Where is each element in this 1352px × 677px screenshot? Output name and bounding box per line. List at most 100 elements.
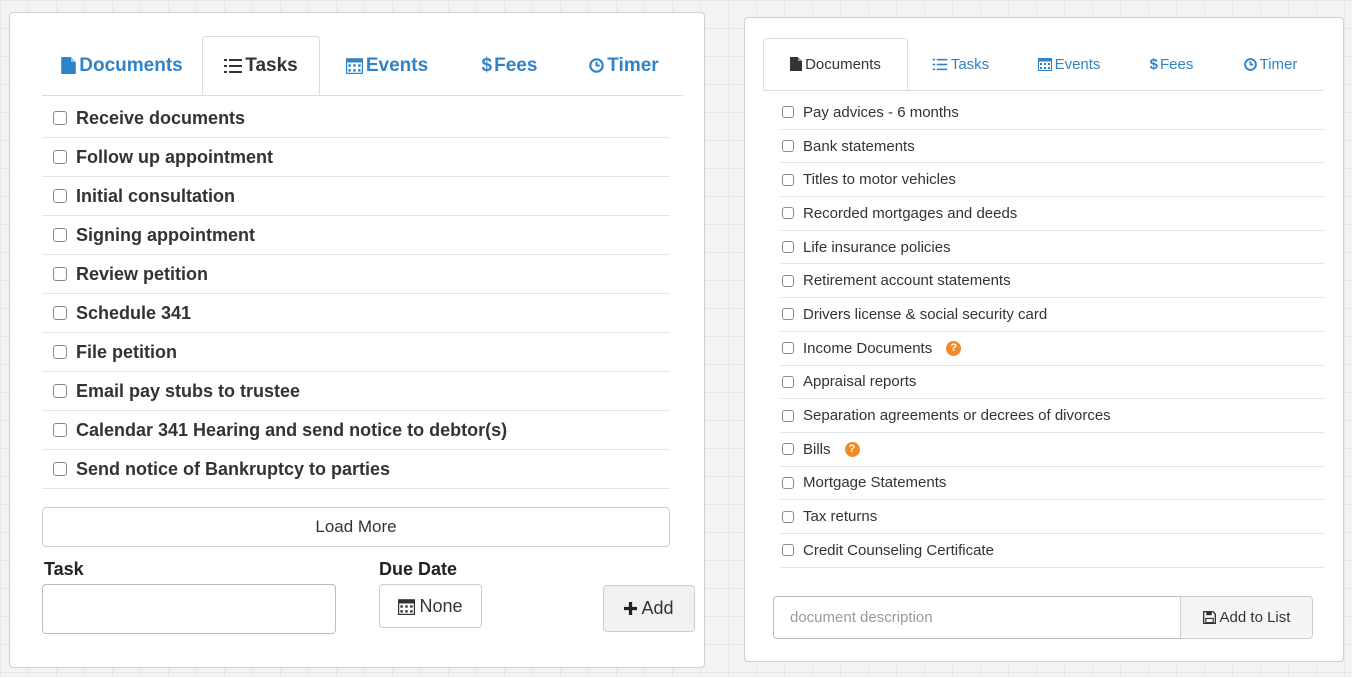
tab-documents[interactable]: Documents bbox=[42, 36, 202, 95]
floppy-disk-icon bbox=[1202, 611, 1216, 624]
task-label: Follow up appointment bbox=[76, 146, 273, 167]
document-item[interactable]: Bills? bbox=[780, 433, 1325, 467]
task-field-label: Task bbox=[44, 559, 84, 579]
document-checkbox[interactable] bbox=[782, 173, 794, 186]
task-item[interactable]: Send notice of Bankruptcy to parties bbox=[42, 450, 670, 489]
task-item[interactable]: File petition bbox=[42, 333, 670, 372]
document-checkbox[interactable] bbox=[782, 106, 794, 119]
document-checkbox[interactable] bbox=[782, 241, 794, 254]
task-input[interactable] bbox=[42, 584, 336, 634]
task-checkbox[interactable] bbox=[53, 423, 67, 437]
document-item[interactable]: Appraisal reports bbox=[780, 366, 1325, 400]
tab-timer[interactable]: Timer bbox=[1218, 38, 1323, 90]
document-checkbox[interactable] bbox=[782, 409, 794, 422]
tab-label: Events bbox=[365, 54, 429, 76]
document-label: Separation agreements or decrees of divo… bbox=[803, 407, 1111, 425]
tab-documents[interactable]: Documents bbox=[763, 38, 908, 90]
add-task-button[interactable]: Add bbox=[603, 585, 695, 632]
document-label: Recorded mortgages and deeds bbox=[803, 204, 1018, 222]
task-item[interactable]: Initial consultation bbox=[42, 177, 670, 216]
document-checkbox[interactable] bbox=[782, 375, 794, 388]
document-description-input[interactable] bbox=[773, 596, 1181, 639]
task-label: Calendar 341 Hearing and send notice to … bbox=[76, 419, 508, 440]
tab-timer[interactable]: Timer bbox=[565, 36, 683, 95]
dollar-icon: $ bbox=[1149, 55, 1158, 73]
document-item[interactable]: Income Documents? bbox=[780, 332, 1325, 366]
document-item[interactable]: Recorded mortgages and deeds bbox=[780, 197, 1325, 231]
clock-icon bbox=[589, 58, 605, 73]
task-item[interactable]: Signing appointment bbox=[42, 216, 670, 255]
document-item[interactable]: Separation agreements or decrees of divo… bbox=[780, 399, 1325, 433]
task-checkbox[interactable] bbox=[53, 384, 67, 398]
tab-events[interactable]: Events bbox=[1013, 38, 1125, 90]
task-label: Send notice of Bankruptcy to parties bbox=[76, 458, 391, 479]
due-date-value: None bbox=[419, 595, 463, 616]
document-item[interactable]: Drivers license & social security card bbox=[780, 298, 1325, 332]
task-item[interactable]: Follow up appointment bbox=[42, 138, 670, 177]
document-label: Appraisal reports bbox=[803, 373, 917, 391]
document-label: Bank statements bbox=[803, 137, 915, 155]
task-label: Email pay stubs to trustee bbox=[76, 380, 301, 401]
document-item[interactable]: Pay advices - 6 months bbox=[780, 96, 1325, 130]
task-item[interactable]: Receive documents bbox=[42, 99, 670, 138]
task-item[interactable]: Email pay stubs to trustee bbox=[42, 372, 670, 411]
document-checkbox[interactable] bbox=[782, 140, 794, 153]
task-item[interactable]: Review petition bbox=[42, 255, 670, 294]
document-checkbox[interactable] bbox=[782, 342, 794, 355]
task-label: File petition bbox=[76, 341, 177, 362]
tab-tasks[interactable]: Tasks bbox=[202, 36, 320, 95]
task-checkbox[interactable] bbox=[53, 345, 67, 359]
due-date-label: Due Date bbox=[379, 559, 458, 579]
add-to-list-label: Add to List bbox=[1219, 609, 1291, 626]
document-label: Bills bbox=[803, 440, 831, 458]
document-checkbox[interactable] bbox=[782, 443, 794, 456]
task-item[interactable]: Schedule 341 bbox=[42, 294, 670, 333]
task-checkbox[interactable] bbox=[53, 228, 67, 242]
document-item[interactable]: Mortgage Statements bbox=[780, 467, 1325, 501]
plus-icon bbox=[624, 602, 638, 615]
document-checkbox[interactable] bbox=[782, 308, 794, 321]
document-checkbox[interactable] bbox=[782, 207, 794, 220]
list-icon bbox=[224, 58, 243, 74]
document-checkbox[interactable] bbox=[782, 476, 794, 489]
due-date-button[interactable]: None bbox=[379, 584, 482, 628]
document-item[interactable]: Credit Counseling Certificate bbox=[780, 534, 1325, 568]
tab-fees[interactable]: $ Fees bbox=[1125, 38, 1218, 90]
document-item[interactable]: Bank statements bbox=[780, 130, 1325, 164]
document-item[interactable]: Life insurance policies bbox=[780, 231, 1325, 265]
file-icon bbox=[790, 57, 803, 71]
tab-events[interactable]: Events bbox=[320, 36, 454, 95]
task-checkbox[interactable] bbox=[53, 462, 67, 476]
documents-panel: Documents Tasks Events $ Fees Timer Pay … bbox=[744, 17, 1344, 662]
document-label: Life insurance policies bbox=[803, 238, 951, 256]
document-label: Income Documents bbox=[803, 339, 933, 357]
tab-label: Tasks bbox=[950, 55, 990, 73]
calendar-icon bbox=[345, 57, 363, 74]
load-more-button[interactable]: Load More bbox=[42, 507, 670, 547]
tab-tasks[interactable]: Tasks bbox=[908, 38, 1013, 90]
task-checkbox[interactable] bbox=[53, 111, 67, 125]
task-label: Initial consultation bbox=[76, 185, 236, 206]
tasks-panel: Documents Tasks Events $ Fees Timer Rece… bbox=[9, 12, 705, 668]
add-to-list-button[interactable]: Add to List bbox=[1180, 596, 1313, 639]
document-label: Titles to motor vehicles bbox=[803, 171, 956, 189]
document-item[interactable]: Tax returns bbox=[780, 500, 1325, 534]
clock-icon bbox=[1243, 57, 1257, 71]
help-icon[interactable]: ? bbox=[844, 441, 860, 457]
task-checkbox[interactable] bbox=[53, 267, 67, 281]
task-checkbox[interactable] bbox=[53, 150, 67, 164]
task-checkbox[interactable] bbox=[53, 189, 67, 203]
tab-fees[interactable]: $ Fees bbox=[454, 36, 565, 95]
document-checkbox[interactable] bbox=[782, 544, 794, 557]
document-item[interactable]: Retirement account statements bbox=[780, 264, 1325, 299]
tab-label: Timer bbox=[607, 54, 659, 76]
dollar-icon: $ bbox=[481, 54, 493, 76]
document-item[interactable]: Titles to motor vehicles bbox=[780, 163, 1325, 198]
add-label: Add bbox=[641, 598, 674, 618]
document-checkbox[interactable] bbox=[782, 274, 794, 287]
help-icon[interactable]: ? bbox=[946, 340, 962, 356]
tab-label: Events bbox=[1054, 55, 1101, 73]
task-checkbox[interactable] bbox=[53, 306, 67, 320]
document-checkbox[interactable] bbox=[782, 510, 794, 523]
task-item[interactable]: Calendar 341 Hearing and send notice to … bbox=[42, 411, 670, 450]
